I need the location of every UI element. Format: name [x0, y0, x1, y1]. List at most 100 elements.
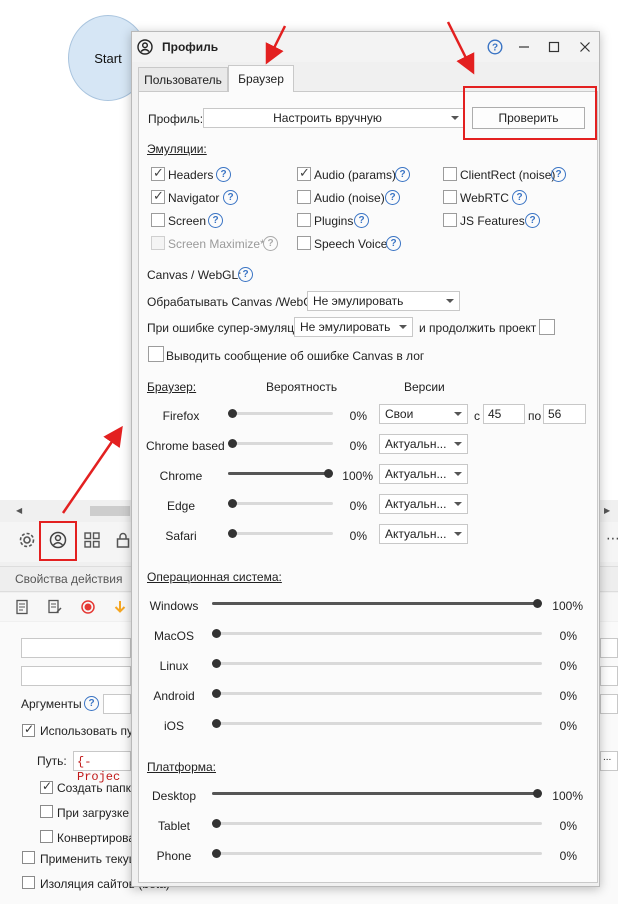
minimize-icon[interactable] [515, 38, 533, 56]
canvas-log-checkbox[interactable] [148, 346, 164, 362]
slider-knob[interactable] [212, 819, 221, 828]
slider-knob[interactable] [212, 719, 221, 728]
slider-knob[interactable] [228, 439, 237, 448]
slider-knob[interactable] [228, 499, 237, 508]
webrtc-checkbox[interactable] [443, 190, 457, 204]
canvas-process-select[interactable]: Не эмулировать [307, 291, 460, 311]
path-browse-button[interactable]: ... [600, 751, 618, 771]
close-icon[interactable] [576, 38, 594, 56]
screen-help-icon[interactable]: ? [208, 213, 223, 228]
chevron-down-icon [451, 116, 459, 120]
on-load-checkbox[interactable] [40, 805, 53, 818]
js-features-checkbox[interactable] [443, 213, 457, 227]
plugins-label: Plugins [314, 214, 354, 228]
slider-knob[interactable] [228, 529, 237, 538]
settings-gear-icon[interactable] [17, 530, 37, 550]
browser-firefox-version-select[interactable]: Свои [379, 404, 468, 424]
headers-checkbox[interactable] [151, 165, 165, 181]
canvas-help-icon[interactable]: ? [238, 267, 253, 282]
use-path-checkbox[interactable] [22, 722, 35, 737]
profile-select[interactable]: Настроить вручную [203, 108, 465, 128]
browser-firefox-slider[interactable] [228, 409, 333, 418]
canvas-process-label: Обрабатывать Canvas /WebGL [147, 295, 320, 309]
lock-icon[interactable] [113, 530, 133, 550]
canvas-error-value: Не эмулировать [300, 320, 391, 334]
screen-checkbox[interactable] [151, 213, 165, 227]
slider-knob[interactable] [533, 789, 542, 798]
webrtc-help-icon[interactable]: ? [512, 190, 527, 205]
audio-params-help-icon[interactable]: ? [395, 167, 410, 182]
scroll-right-icon[interactable]: ▶ [604, 506, 610, 515]
platform-phone-slider[interactable] [212, 849, 542, 858]
probability-header: Вероятность [266, 380, 338, 394]
arguments-input-right[interactable] [600, 694, 618, 714]
create-folder-checkbox[interactable] [40, 779, 53, 794]
slider-knob[interactable] [533, 599, 542, 608]
version-from-input[interactable]: 45 [483, 404, 525, 424]
browser-safari-slider[interactable] [228, 529, 333, 538]
clientrect-help-icon[interactable]: ? [551, 167, 566, 182]
edit-note-icon[interactable] [45, 597, 65, 617]
slider-knob[interactable] [212, 689, 221, 698]
audio-noise-checkbox[interactable] [297, 190, 311, 204]
properties-input-2[interactable] [21, 666, 131, 686]
os-android-slider[interactable] [212, 689, 542, 698]
os-linux-slider[interactable] [212, 659, 542, 668]
screen-maximize-help-icon[interactable]: ? [263, 236, 278, 251]
browser-chrome-based-slider[interactable] [228, 439, 333, 448]
scroll-left-icon[interactable]: ◀ [16, 506, 22, 515]
arguments-input[interactable] [103, 694, 131, 714]
js-features-help-icon[interactable]: ? [525, 213, 540, 228]
properties-input-1[interactable] [21, 638, 131, 658]
navigator-help-icon[interactable]: ? [223, 190, 238, 205]
help-icon[interactable]: ? [486, 38, 504, 56]
browser-safari-version-select[interactable]: Актуальн... [379, 524, 468, 544]
properties-dropdown-1[interactable] [600, 638, 618, 658]
plugins-checkbox[interactable] [297, 213, 311, 227]
browser-edge-version-select[interactable]: Актуальн... [379, 494, 468, 514]
slider-knob[interactable] [212, 659, 221, 668]
apply-current-checkbox[interactable] [22, 851, 35, 864]
canvas-error-select[interactable]: Не эмулировать [294, 317, 413, 337]
platform-desktop-slider[interactable] [212, 789, 542, 798]
speech-voice-checkbox[interactable] [297, 236, 311, 250]
tab-browser[interactable]: Браузер [228, 65, 294, 92]
tab-user[interactable]: Пользователь [138, 67, 228, 91]
audio-params-checkbox[interactable] [297, 165, 311, 181]
navigator-label: Navigator [168, 191, 220, 205]
more-icon[interactable]: ⋯ [606, 530, 618, 547]
browser-chrome-slider[interactable] [228, 469, 333, 478]
maximize-icon[interactable] [545, 38, 563, 56]
clientrect-checkbox[interactable] [443, 167, 457, 181]
grid-icon[interactable] [82, 530, 102, 550]
scrollbar-thumb[interactable] [90, 506, 130, 516]
profile-select-value: Настроить вручную [273, 111, 382, 125]
browser-chrome-version-select[interactable]: Актуальн... [379, 464, 468, 484]
plugins-help-icon[interactable]: ? [354, 213, 369, 228]
slider-knob[interactable] [212, 629, 221, 638]
site-isolation-checkbox[interactable] [22, 876, 35, 889]
navigator-checkbox[interactable] [151, 188, 165, 204]
os-windows-slider[interactable] [212, 599, 542, 608]
version-to-input[interactable]: 56 [543, 404, 586, 424]
slider-knob[interactable] [324, 469, 333, 478]
browser-chrome-based-version-select[interactable]: Актуальн... [379, 434, 468, 454]
slider-knob[interactable] [228, 409, 237, 418]
platform-tablet-slider[interactable] [212, 819, 542, 828]
record-icon[interactable] [78, 597, 98, 617]
os-macos-slider[interactable] [212, 629, 542, 638]
speech-voice-help-icon[interactable]: ? [386, 236, 401, 251]
audio-noise-help-icon[interactable]: ? [385, 190, 400, 205]
slider-knob[interactable] [212, 849, 221, 858]
properties-dropdown-2[interactable] [600, 666, 618, 686]
os-ios-slider[interactable] [212, 719, 542, 728]
convert-checkbox[interactable] [40, 830, 53, 843]
headers-help-icon[interactable]: ? [216, 167, 231, 182]
arguments-help-icon[interactable]: ? [84, 696, 99, 711]
path-input[interactable]: {-Projec [73, 751, 131, 784]
canvas-continue-checkbox[interactable] [539, 319, 555, 335]
download-arrow-icon[interactable] [110, 597, 130, 617]
browser-edge-slider[interactable] [228, 499, 333, 508]
properties-list-icon[interactable] [13, 597, 33, 617]
screen-maximize-checkbox[interactable] [151, 236, 165, 250]
